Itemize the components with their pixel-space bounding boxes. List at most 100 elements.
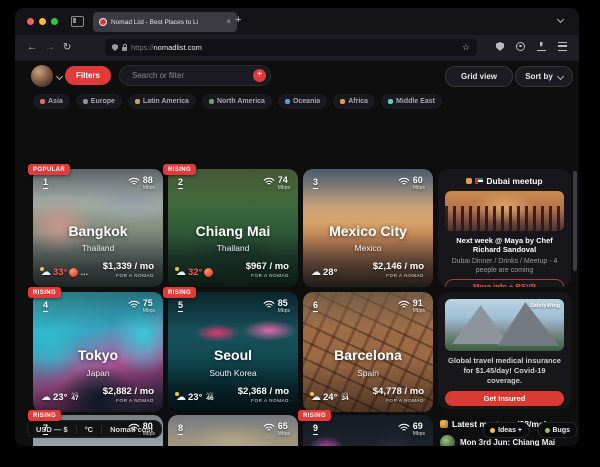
wifi-unit: Mbps [277, 431, 290, 437]
city-rank[interactable]: 5 [178, 300, 184, 312]
city-rank[interactable]: 9 [313, 423, 319, 435]
middle-east-icon [388, 99, 394, 104]
city-card-tokyo[interactable]: RISING 4 75 Mbps Tokyo Japan ☁ 23° AQI 47 $2… [28, 287, 163, 412]
ideas-button[interactable]: Ideas + [483, 422, 529, 438]
wifi-mbps: 85 [277, 298, 288, 308]
window-controls[interactable] [27, 18, 58, 25]
city-card-seoul[interactable]: RISING 5 85 Mbps Seoul South Korea ☁ 23° AQ… [163, 287, 298, 412]
sort-by-button[interactable]: Sort by [515, 66, 573, 87]
avatar-chevron-icon[interactable] [55, 72, 64, 81]
forward-icon[interactable]: → [45, 41, 55, 54]
city-rank[interactable]: 3 [313, 177, 319, 189]
add-filter-button[interactable]: + [253, 69, 266, 82]
air-quality: AQI 47 [71, 392, 78, 403]
city-card-kuala-lumpur[interactable]: RISING 9 69Mbps Kuala Lumpur Malaysia [298, 410, 433, 446]
temperature-unit-toggle[interactable]: °C [75, 424, 101, 434]
browser-window: Nomad List - Best Places to Li × + ← → ↻… [15, 8, 579, 446]
city-card-bangkok[interactable]: POPULAR 1 88 Mbps Bangkok Thailand ☁ 33°… … [28, 164, 163, 287]
currency-toggle[interactable]: USD — $ [28, 425, 76, 434]
temperature: 28° [323, 267, 338, 278]
city-card-barcelona[interactable]: 6 91 Mbps Barcelona Spain ☁ 24° AQI 34 $4,77… [303, 292, 433, 412]
city-rank[interactable]: 7 [43, 423, 49, 435]
region-chip-africa[interactable]: Africa [333, 94, 376, 109]
wifi-speed: 88 Mbps [128, 176, 155, 191]
trend-badge: RISING [298, 410, 332, 421]
city-rank[interactable]: 4 [43, 300, 49, 312]
wifi-speed: 74 Mbps [263, 176, 290, 191]
more-dots: … [80, 268, 89, 277]
wifi-unit: Mbps [412, 185, 425, 191]
aqi-value: 47 [71, 395, 79, 403]
grid-view-button[interactable]: Grid view [445, 66, 513, 87]
site-favicon [99, 18, 107, 26]
region-chip-north-america[interactable]: North America [201, 94, 272, 109]
city-rank[interactable]: 2 [178, 177, 184, 189]
price-caption: FOR A NOMAD [116, 397, 154, 403]
meetup-icon [466, 178, 473, 184]
bugs-button[interactable]: Bugs [537, 422, 577, 438]
city-country: Thailand [81, 243, 115, 254]
wifi-speed: 85 Mbps [263, 299, 290, 314]
wifi-unit: Mbps [412, 308, 425, 314]
city-card-chiang-mai[interactable]: RISING 2 74 Mbps Chiang Mai Thailand ☁ 32°… [163, 164, 298, 287]
meetup-title: Dubai meetup [486, 176, 543, 186]
user-avatar[interactable] [31, 65, 53, 87]
close-window-button[interactable] [27, 18, 34, 25]
city-rank[interactable]: 8 [178, 423, 184, 435]
insurance-text: Global travel medical insurance for $1.4… [448, 356, 561, 386]
wifi-mbps: 60 [412, 175, 423, 185]
tab-strip: Nomad List - Best Places to Li × + [15, 8, 579, 35]
meetup-headline: Next week @ Maya by Chef Richard Sandova… [456, 236, 553, 255]
menu-icon[interactable] [558, 42, 567, 51]
scrollbar-thumb[interactable] [573, 171, 577, 271]
wifi-mbps: 69 [412, 421, 423, 431]
aqi-value: 34 [341, 395, 349, 403]
bookmark-star-icon[interactable]: ☆ [462, 42, 470, 53]
weather: ☁ 32° [175, 266, 214, 278]
air-quality: AQI 46 [206, 392, 213, 403]
wifi-mbps: 74 [277, 175, 288, 185]
dubai-skyline-photo [445, 191, 564, 231]
tab-overview-icon[interactable] [71, 16, 84, 27]
reload-icon[interactable]: ↻ [63, 41, 71, 54]
region-chip-oceania[interactable]: Oceania [277, 94, 328, 109]
rsvp-button[interactable]: More info + RSVP [445, 278, 564, 287]
region-chip-europe[interactable]: Europe [75, 94, 122, 109]
city-rank[interactable]: 6 [313, 300, 319, 312]
new-tab-button[interactable]: + [235, 14, 241, 26]
tab-list-chevron-icon[interactable] [556, 15, 565, 24]
wifi-icon [398, 423, 410, 431]
region-chip-latin-america[interactable]: Latin America [127, 94, 196, 109]
minimize-window-button[interactable] [39, 18, 46, 25]
downloads-icon[interactable] [537, 42, 546, 51]
filters-button[interactable]: Filters [65, 66, 111, 85]
browser-tab[interactable]: Nomad List - Best Places to Li × [93, 12, 237, 32]
tab-title: Nomad List - Best Places to Li [111, 18, 199, 26]
url-bar[interactable]: https://nomadlist.com ☆ [105, 39, 477, 56]
search-input[interactable] [130, 70, 253, 81]
account-icon[interactable] [516, 42, 525, 51]
lightbulb-icon [490, 427, 496, 433]
close-tab-icon[interactable]: × [226, 18, 231, 26]
permissions-shield-icon[interactable] [496, 42, 504, 51]
city-card-mexico-city[interactable]: 3 60 Mbps Mexico City Mexico ☁ 28° $2,146 … [303, 169, 433, 287]
get-insured-button[interactable]: Get Insured [445, 391, 564, 407]
region-chip-middle-east[interactable]: Middle East [381, 94, 442, 109]
city-rank[interactable]: 1 [43, 177, 49, 189]
wifi-speed: 75 Mbps [128, 299, 155, 314]
back-icon[interactable]: ← [27, 41, 37, 54]
tracking-shield-icon[interactable] [112, 44, 118, 51]
trend-badge: RISING [28, 410, 62, 421]
url-text[interactable]: https://nomadlist.com [131, 43, 458, 52]
bug-icon [544, 427, 550, 433]
price-caption: FOR A NOMAD [251, 397, 289, 403]
region-chip-asia[interactable]: Asia [33, 94, 70, 109]
maximize-window-button[interactable] [51, 18, 58, 25]
search-bar[interactable]: + [119, 65, 271, 86]
city-card-athens[interactable]: 8 65Mbps Athens Greece [168, 415, 298, 446]
weather: ☁ 24° AQI 34 [310, 391, 349, 403]
weather: ☁ 33°… [40, 266, 89, 278]
trend-badge: POPULAR [28, 164, 71, 175]
price-caption: FOR A NOMAD [386, 397, 424, 403]
url-scheme: https:// [131, 43, 154, 52]
